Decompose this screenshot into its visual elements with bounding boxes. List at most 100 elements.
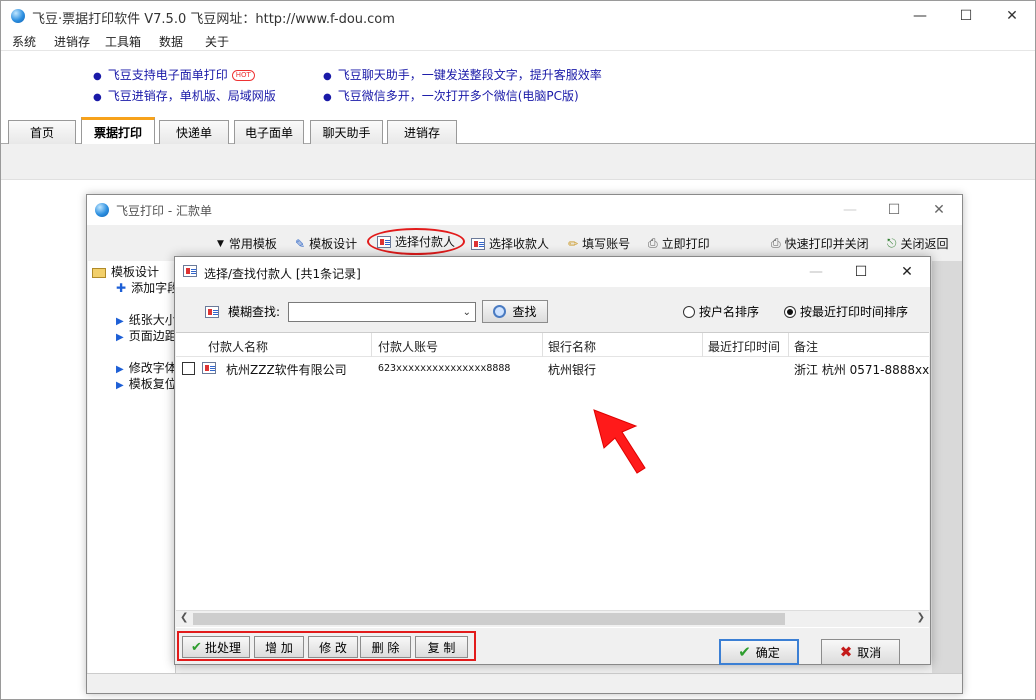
tab-e-waybill[interactable]: 电子面单 bbox=[234, 120, 304, 144]
find-button[interactable]: 查找 bbox=[482, 300, 548, 323]
radio-circle bbox=[683, 305, 695, 318]
promo-link-1[interactable]: ● 飞豆支持电子面单打印 HOT bbox=[93, 66, 255, 83]
bullet-icon: ▶ bbox=[116, 364, 124, 375]
cell-bank-name: 杭州银行 bbox=[548, 363, 597, 377]
fuzzy-search-label: 模糊查找: bbox=[205, 303, 280, 320]
pencil-icon: ✏ bbox=[568, 236, 579, 251]
scroll-left-icon[interactable]: ❮ bbox=[180, 612, 188, 623]
tab-content-area bbox=[1, 144, 1035, 180]
promo-link-2[interactable]: ● 飞豆聊天助手，一键发送整段文字，提升客服效率 bbox=[323, 66, 602, 83]
cancel-button[interactable]: ✖ 取消 bbox=[821, 639, 900, 665]
menu-inventory[interactable]: 进销存 bbox=[54, 33, 90, 50]
minimize-icon[interactable]: — bbox=[897, 1, 943, 31]
col-payer-name[interactable]: 付款人名称 bbox=[208, 338, 268, 355]
template-design-button[interactable]: ✎ 模板设计 bbox=[295, 235, 357, 252]
maximize-icon[interactable]: ☐ bbox=[871, 195, 917, 225]
promo-link-4[interactable]: ● 飞豆微信多开，一次打开多个微信(电脑PC版) bbox=[323, 87, 579, 104]
tree-item-paper-size[interactable]: ▶ 纸张大小 bbox=[116, 311, 177, 328]
card-icon bbox=[377, 235, 391, 248]
cell-payer-name: 杭州ZZZ软件有限公司 bbox=[226, 363, 347, 377]
main-tab-bar: 首页 票据打印 快递单 电子面单 聊天助手 进销存 bbox=[1, 117, 1035, 145]
table-header: 付款人名称 付款人账号 银行名称 最近打印时间 备注 bbox=[176, 333, 929, 357]
maximize-icon[interactable]: ☐ bbox=[943, 1, 989, 31]
app-logo-icon bbox=[95, 203, 109, 217]
menu-about[interactable]: 关于 bbox=[205, 33, 229, 50]
select-payer-button[interactable]: 选择付款人 bbox=[367, 228, 466, 255]
tree-root-template-design[interactable]: 模板设计 bbox=[92, 263, 159, 280]
promo-links: ● 飞豆支持电子面单打印 HOT ● 飞豆聊天助手，一键发送整段文字，提升客服效率 ●… bbox=[1, 53, 1035, 115]
minimize-icon[interactable]: — bbox=[827, 195, 873, 225]
close-icon[interactable]: ✕ bbox=[916, 195, 962, 225]
x-icon: ✖ bbox=[839, 643, 853, 661]
copy-button[interactable]: 复 制 bbox=[415, 636, 468, 658]
remittance-dialog-titlebar: 飞豆打印 - 汇款单 — ☐ ✕ bbox=[87, 195, 962, 225]
menu-toolbox[interactable]: 工具箱 bbox=[105, 33, 141, 50]
bullet-icon: ▶ bbox=[116, 332, 124, 343]
common-templates-button[interactable]: ▼ 常用模板 bbox=[217, 235, 277, 252]
close-icon[interactable]: ✕ bbox=[884, 257, 930, 287]
tab-chat-assistant[interactable]: 聊天助手 bbox=[310, 120, 383, 144]
tab-home[interactable]: 首页 bbox=[8, 120, 76, 144]
sort-by-last-print-radio[interactable]: 按最近打印时间排序 bbox=[784, 303, 908, 320]
delete-button[interactable]: 删 除 bbox=[360, 636, 411, 658]
select-payer-titlebar: 选择/查找付款人 [共1条记录] — ☐ ✕ bbox=[175, 257, 930, 287]
main-titlebar: 飞豆·票据打印软件 V7.5.0 飞豆网址：http://www.f-dou.c… bbox=[1, 1, 1035, 31]
col-last-print-time[interactable]: 最近打印时间 bbox=[708, 338, 780, 355]
horizontal-scrollbar[interactable]: ❮ ❯ bbox=[176, 610, 929, 627]
folder-icon bbox=[92, 267, 106, 278]
menu-data[interactable]: 数据 bbox=[159, 33, 183, 50]
card-icon bbox=[205, 305, 219, 318]
tab-express[interactable]: 快递单 bbox=[159, 120, 229, 144]
col-bank-name[interactable]: 银行名称 bbox=[548, 338, 596, 355]
status-bar bbox=[87, 673, 962, 693]
remittance-dialog-title: 飞豆打印 - 汇款单 bbox=[116, 204, 212, 218]
sort-by-name-radio[interactable]: 按户名排序 bbox=[683, 303, 759, 320]
main-window-title: 飞豆·票据打印软件 V7.5.0 飞豆网址：http://www.f-dou.c… bbox=[32, 12, 395, 27]
chevron-down-icon[interactable]: ⌄ bbox=[463, 307, 471, 318]
maximize-icon[interactable]: ☐ bbox=[838, 257, 884, 287]
add-button[interactable]: 增 加 bbox=[254, 636, 304, 658]
plus-icon: ✚ bbox=[116, 281, 127, 295]
minimize-icon[interactable]: — bbox=[793, 257, 839, 287]
bullet-icon: ▶ bbox=[116, 316, 124, 327]
tab-inventory[interactable]: 进销存 bbox=[387, 120, 457, 144]
pen-chart-icon: ✎ bbox=[295, 236, 306, 251]
fuzzy-search-input[interactable]: ⌄ bbox=[288, 302, 476, 322]
table-row[interactable]: 杭州ZZZ软件有限公司 623xxxxxxxxxxxxxxx8888 杭州银行 … bbox=[176, 358, 929, 378]
action-button-group: ✔ 批处理 增 加 修 改 删 除 复 制 bbox=[177, 631, 476, 661]
batch-process-button[interactable]: ✔ 批处理 bbox=[182, 636, 250, 658]
col-remark[interactable]: 备注 bbox=[794, 338, 818, 355]
tab-receipt-print[interactable]: 票据打印 bbox=[81, 117, 155, 145]
menu-system[interactable]: 系统 bbox=[12, 33, 36, 50]
confirm-button[interactable]: ✔ 确定 bbox=[719, 639, 799, 665]
select-payer-title: 选择/查找付款人 [共1条记录] bbox=[204, 267, 361, 281]
remittance-toolbar: ▼ 常用模板 ✎ 模板设计 选择付款人 选择收款人 ✏ 填写账号 ⎙ 立即打印 … bbox=[87, 226, 962, 260]
fill-account-button[interactable]: ✏ 填写账号 bbox=[568, 235, 630, 252]
template-design-tree: 模板设计 ✚ 添加字段 ▶ 纸张大小 ▶ 页面边距 ▶ 修改字体 ▶ 模板复位 bbox=[88, 261, 179, 673]
scroll-right-icon[interactable]: ❯ bbox=[917, 612, 925, 623]
close-return-button[interactable]: ⎋ 关闭返回 bbox=[887, 235, 949, 252]
tree-item-change-font[interactable]: ▶ 修改字体 bbox=[116, 359, 177, 376]
menu-bar: 系统 进销存 工具箱 数据 关于 bbox=[1, 31, 1035, 51]
tree-item-add-field[interactable]: ✚ 添加字段 bbox=[116, 279, 179, 296]
select-payee-button[interactable]: 选择收款人 bbox=[471, 235, 549, 252]
printer-icon: ⎙ bbox=[648, 236, 658, 250]
card-icon bbox=[183, 265, 197, 277]
check-icon: ✔ bbox=[191, 639, 202, 655]
tree-item-reset-template[interactable]: ▶ 模板复位 bbox=[116, 375, 177, 392]
payer-table: 付款人名称 付款人账号 银行名称 最近打印时间 备注 杭州ZZZ软件有限公司 6… bbox=[176, 332, 929, 628]
col-payer-account[interactable]: 付款人账号 bbox=[378, 338, 438, 355]
close-icon[interactable]: ✕ bbox=[989, 1, 1035, 31]
tree-item-page-margins[interactable]: ▶ 页面边距 bbox=[116, 327, 177, 344]
card-icon bbox=[471, 237, 485, 250]
quick-print-close-button[interactable]: ⎙ 快速打印并关闭 bbox=[771, 235, 869, 252]
print-now-button[interactable]: ⎙ 立即打印 bbox=[648, 235, 710, 252]
check-icon: ✔ bbox=[738, 643, 751, 661]
app-logo-icon bbox=[11, 9, 25, 23]
edit-button[interactable]: 修 改 bbox=[308, 636, 358, 658]
annotation-arrow-icon bbox=[593, 409, 646, 474]
select-payer-dialog: 选择/查找付款人 [共1条记录] — ☐ ✕ 模糊查找: ⌄ 查找 按户名排序 … bbox=[174, 256, 931, 665]
scroll-thumb[interactable] bbox=[193, 613, 785, 625]
promo-link-3[interactable]: ● 飞豆进销存，单机版、局域网版 bbox=[93, 87, 276, 104]
row-checkbox[interactable] bbox=[182, 362, 195, 375]
